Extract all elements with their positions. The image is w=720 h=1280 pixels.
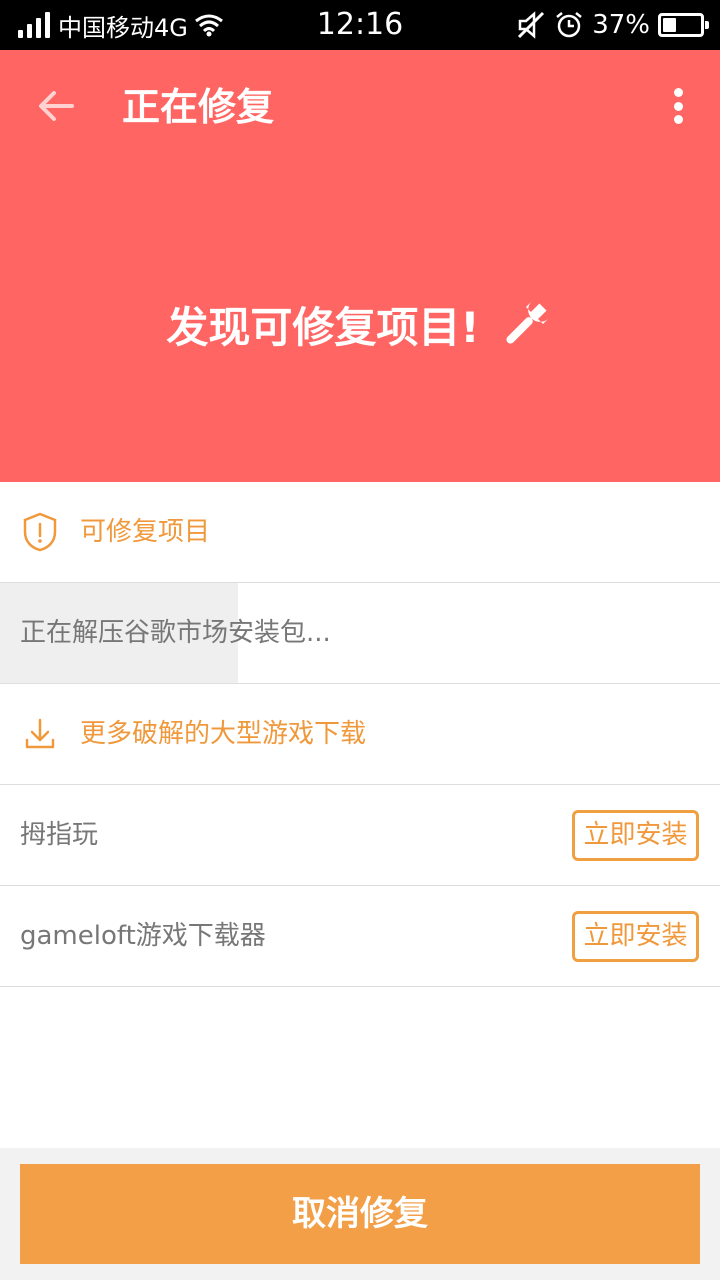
back-arrow-icon <box>39 91 74 121</box>
wifi-icon <box>194 14 223 37</box>
signal-icon <box>18 12 50 38</box>
shield-alert-icon <box>23 512 57 552</box>
more-vertical-icon-dot <box>673 115 683 124</box>
app-row: gameloft游戏下载器 立即安装 <box>0 886 720 987</box>
battery-fill <box>663 18 677 32</box>
screen: 中国移动4G 12:16 37% 正在修复 发现可修复项目! 可修复项目 正在解… <box>0 0 720 1280</box>
repair-status-text: 正在解压谷歌市场安装包... <box>20 618 331 648</box>
download-section-header[interactable]: 更多破解的大型游戏下载 <box>0 684 720 785</box>
battery-icon <box>658 13 709 37</box>
mute-icon <box>518 11 545 39</box>
carrier-label: 中国移动4G <box>58 13 188 42</box>
repairable-section-label: 可修复项目 <box>80 517 211 547</box>
app-name: gameloft游戏下载器 <box>20 921 266 951</box>
install-button[interactable]: 立即安装 <box>572 810 699 861</box>
back-button[interactable] <box>34 84 78 128</box>
status-bar: 中国移动4G 12:16 37% <box>0 0 720 50</box>
repairable-section-header: 可修复项目 <box>0 482 720 583</box>
wrench-icon <box>506 301 549 344</box>
cancel-repair-button[interactable]: 取消修复 <box>20 1164 700 1264</box>
app-row: 拇指玩 立即安装 <box>0 785 720 886</box>
alarm-icon <box>556 12 582 38</box>
install-button[interactable]: 立即安装 <box>572 911 699 962</box>
repair-progress-row: 正在解压谷歌市场安装包... <box>0 583 720 684</box>
app-name: 拇指玩 <box>20 820 99 850</box>
hero-text: 发现可修复项目! <box>166 302 480 352</box>
more-options-button[interactable] <box>666 84 690 128</box>
battery-percent: 37% <box>592 10 650 40</box>
status-left: 中国移动4G <box>18 0 224 50</box>
download-section-label: 更多破解的大型游戏下载 <box>80 719 367 749</box>
footer: 取消修复 <box>0 1148 720 1280</box>
page-title: 正在修复 <box>122 85 275 129</box>
hero: 发现可修复项目! <box>0 294 720 354</box>
download-icon <box>25 718 55 749</box>
more-vertical-icon-dot <box>673 88 683 97</box>
more-vertical-icon-dot <box>673 101 683 111</box>
header: 正在修复 发现可修复项目! <box>0 50 720 482</box>
status-right: 37% <box>516 0 709 50</box>
